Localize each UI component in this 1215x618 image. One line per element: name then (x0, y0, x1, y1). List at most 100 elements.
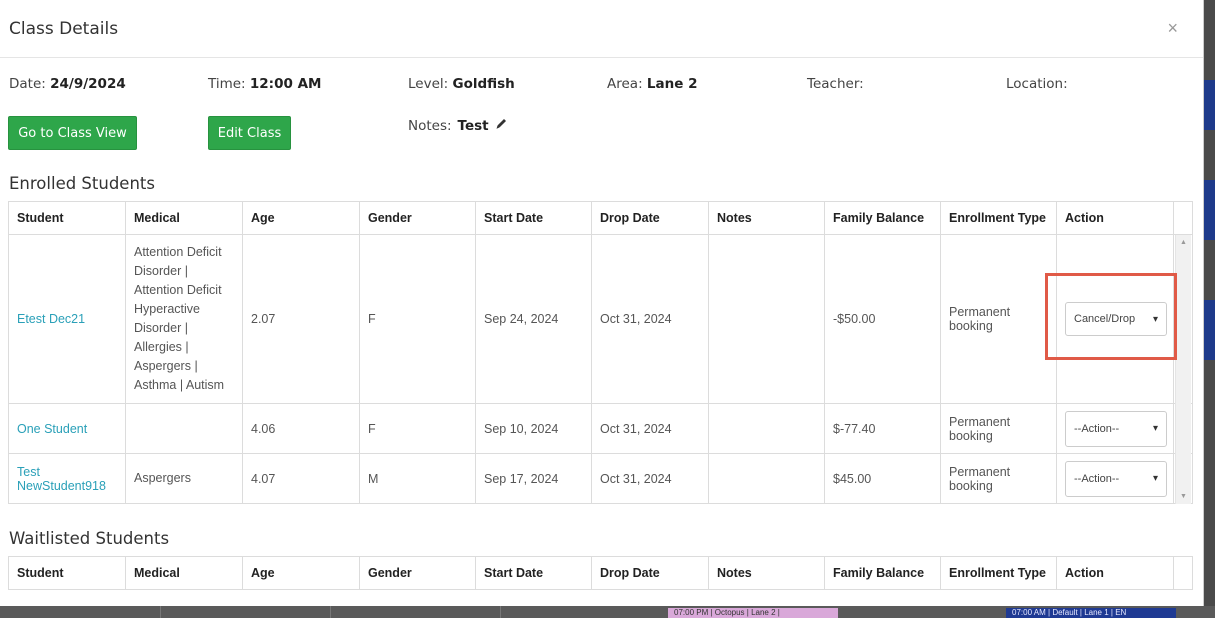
action-select-value: --Action-- (1074, 422, 1120, 435)
balance-cell: $-77.40 (824, 403, 941, 454)
edit-class-button[interactable]: Edit Class (208, 116, 291, 150)
drop-date-cell: Oct 31, 2024 (591, 403, 709, 454)
action-cell: --Action-- ▾ (1056, 453, 1174, 504)
medical-cell: Aspergers (125, 453, 243, 504)
notes-label: Notes: (408, 117, 452, 134)
column-header: Enrollment Type (940, 556, 1057, 590)
background-grid-line (160, 606, 161, 618)
modal-title: Class Details (9, 18, 119, 39)
action-select-value: Cancel/Drop (1074, 313, 1136, 325)
notes-cell (708, 234, 825, 404)
scroll-down-icon[interactable]: ▼ (1180, 493, 1187, 500)
column-header: Family Balance (824, 201, 941, 235)
waitlisted-students-title: Waitlisted Students (9, 529, 170, 548)
column-header: Action (1056, 201, 1174, 235)
area-label: Area: (607, 76, 643, 92)
scroll-up-icon[interactable]: ▲ (1180, 239, 1187, 246)
date-label: Date: (9, 76, 46, 92)
start-date-cell: Sep 10, 2024 (475, 403, 592, 454)
background-event-chip: 07:00 PM | Octopus | Lane 2 | (668, 608, 838, 618)
background-app-right (1204, 0, 1215, 618)
drop-date-cell: Oct 31, 2024 (591, 453, 709, 504)
level-value: Goldfish (452, 76, 515, 92)
student-link[interactable]: Etest Dec21 (17, 312, 85, 326)
action-select-value: --Action-- (1074, 472, 1120, 485)
notes-cell (708, 403, 825, 454)
enrollment-type-cell: Permanent booking (940, 453, 1057, 504)
column-header: Start Date (475, 556, 592, 590)
table-row: Test NewStudent918 Aspergers 4.07 M Sep … (8, 453, 1193, 504)
modal-header: Class Details × (0, 0, 1203, 58)
column-header: Start Date (475, 201, 592, 235)
teacher-info: Teacher: (807, 76, 864, 92)
close-icon[interactable]: × (1167, 18, 1178, 39)
medical-cell (125, 403, 243, 454)
gender-cell: F (359, 403, 476, 454)
notes-cell (708, 453, 825, 504)
chevron-down-icon: ▾ (1152, 313, 1158, 325)
go-to-class-view-button[interactable]: Go to Class View (8, 116, 137, 150)
area-info: Area: Lane 2 (607, 76, 698, 92)
column-header: Gender (359, 201, 476, 235)
location-label: Location: (1006, 76, 1068, 92)
medical-cell: Attention Deficit Disorder | Attention D… (125, 234, 243, 404)
column-header: Gender (359, 556, 476, 590)
age-cell: 4.06 (242, 403, 360, 454)
table-row: Etest Dec21 Attention Deficit Disorder |… (8, 234, 1193, 404)
level-info: Level: Goldfish (408, 76, 515, 92)
column-header: Action (1056, 556, 1174, 590)
notes-value: Test (457, 117, 489, 134)
column-header: Notes (708, 556, 825, 590)
enrollment-type-cell: Permanent booking (940, 234, 1057, 404)
student-link[interactable]: Test NewStudent918 (17, 465, 106, 493)
time-info: Time: 12:00 AM (208, 76, 321, 92)
column-header: Drop Date (591, 556, 709, 590)
teacher-label: Teacher: (807, 76, 864, 92)
background-event-block (1204, 180, 1215, 240)
header-spacer (1173, 201, 1193, 235)
background-event-block (1204, 300, 1215, 360)
pencil-icon[interactable] (495, 117, 508, 134)
start-date-cell: Sep 17, 2024 (475, 453, 592, 504)
column-header: Medical (125, 556, 243, 590)
table-scrollbar[interactable]: ▲ ▼ (1175, 235, 1191, 504)
column-header: Family Balance (824, 556, 941, 590)
action-cell: --Action-- ▾ (1056, 403, 1174, 454)
action-cell: Cancel/Drop ▾ (1056, 234, 1174, 404)
action-select[interactable]: Cancel/Drop ▾ (1065, 302, 1167, 336)
level-label: Level: (408, 76, 449, 92)
student-link[interactable]: One Student (17, 422, 87, 436)
background-grid-line (330, 606, 331, 618)
class-details-modal: Class Details × Date: 24/9/2024 Time: 12… (0, 0, 1204, 606)
column-header: Medical (125, 201, 243, 235)
waitlisted-students-table: Student Medical Age Gender Start Date Dr… (8, 556, 1193, 590)
background-app-bottom: 07:00 PM | Octopus | Lane 2 | 07:00 AM |… (0, 606, 1215, 618)
table-header-row: Student Medical Age Gender Start Date Dr… (8, 556, 1193, 590)
balance-cell: $45.00 (824, 453, 941, 504)
date-info: Date: 24/9/2024 (9, 76, 126, 92)
action-select[interactable]: --Action-- ▾ (1065, 460, 1167, 497)
area-value: Lane 2 (646, 76, 698, 92)
table-row: One Student 4.06 F Sep 10, 2024 Oct 31, … (8, 403, 1193, 454)
notes-info: Notes: Test (408, 117, 508, 134)
gender-cell: F (359, 234, 476, 404)
balance-cell: -$50.00 (824, 234, 941, 404)
time-value: 12:00 AM (249, 76, 322, 92)
column-header: Age (242, 556, 360, 590)
chevron-down-icon: ▾ (1152, 423, 1158, 434)
background-event-block (1204, 80, 1215, 130)
gender-cell: M (359, 453, 476, 504)
column-header: Enrollment Type (940, 201, 1057, 235)
location-info: Location: (1006, 76, 1068, 92)
column-header: Notes (708, 201, 825, 235)
column-header: Drop Date (591, 201, 709, 235)
chevron-down-icon: ▾ (1152, 473, 1158, 484)
background-grid-line (500, 606, 501, 618)
column-header: Student (8, 556, 126, 590)
table-header-row: Student Medical Age Gender Start Date Dr… (8, 201, 1193, 235)
start-date-cell: Sep 24, 2024 (475, 234, 592, 404)
header-spacer (1173, 556, 1193, 590)
action-select[interactable]: --Action-- ▾ (1065, 410, 1167, 447)
column-header: Student (8, 201, 126, 235)
enrollment-type-cell: Permanent booking (940, 403, 1057, 454)
